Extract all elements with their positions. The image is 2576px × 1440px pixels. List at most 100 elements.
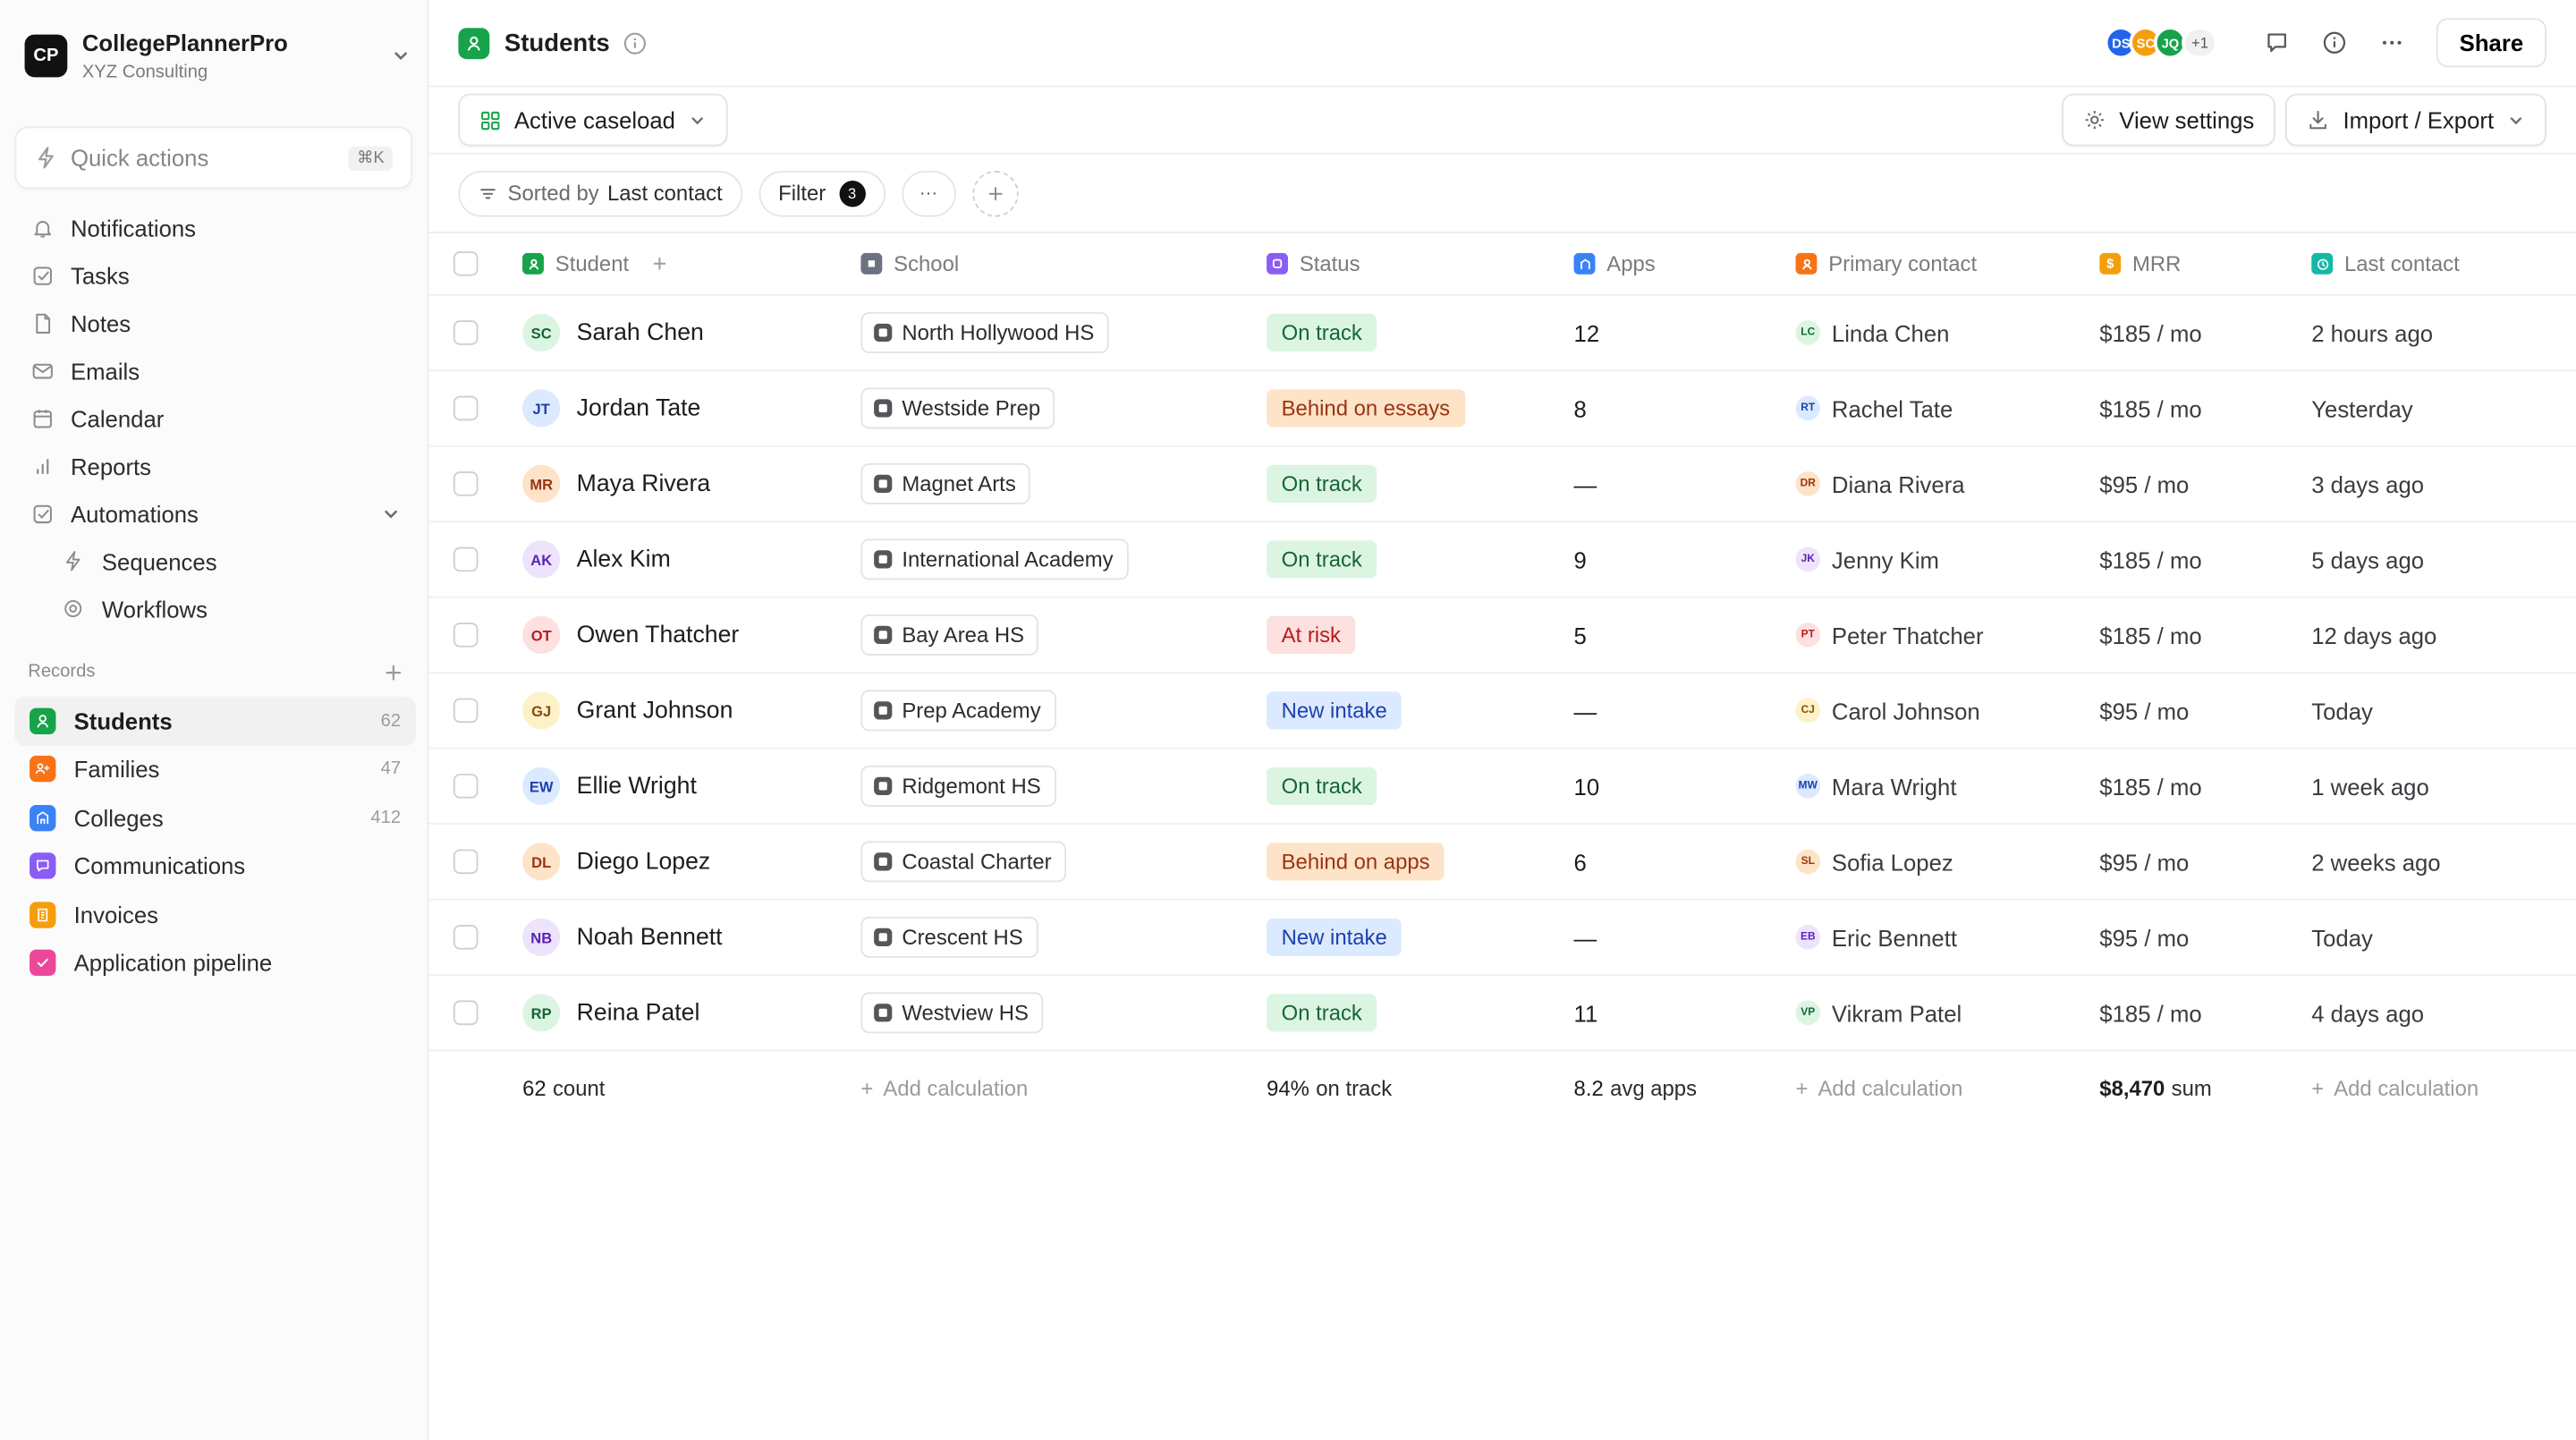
nav-item-sequences[interactable]: Sequences xyxy=(15,538,416,585)
row-checkbox[interactable] xyxy=(453,395,479,421)
row-checkbox[interactable] xyxy=(453,925,479,950)
add-filter-button[interactable] xyxy=(971,170,1019,216)
workspace-switcher[interactable]: CP CollegePlannerPro XYZ Consulting xyxy=(24,26,412,85)
student-name[interactable]: Grant Johnson xyxy=(577,698,733,724)
table-row[interactable]: RP Reina Patel Westview HS On track 11 V… xyxy=(428,976,2576,1052)
sidebar-item-invoices[interactable]: Invoices xyxy=(15,890,416,938)
column-header-student[interactable]: Student xyxy=(522,233,666,294)
nav-item-emails[interactable]: Emails xyxy=(15,347,416,394)
table-row[interactable]: SC Sarah Chen North Hollywood HS On trac… xyxy=(428,296,2576,372)
nav-item-automations[interactable]: Automations xyxy=(15,489,416,537)
student-name[interactable]: Sarah Chen xyxy=(577,319,704,345)
school-chip[interactable]: Westview HS xyxy=(860,992,1044,1034)
nav-item-tasks[interactable]: Tasks xyxy=(15,251,416,299)
sidebar-item-families[interactable]: Families 47 xyxy=(15,745,416,793)
collaborator-avatars[interactable]: DS SC JQ +1 xyxy=(2104,26,2218,60)
row-checkbox[interactable] xyxy=(453,471,479,496)
school-chip[interactable]: Coastal Charter xyxy=(860,841,1067,883)
table-row[interactable]: AK Alex Kim International Academy On tra… xyxy=(428,522,2576,598)
nav-item-workflows[interactable]: Workflows xyxy=(15,585,416,632)
add-calculation-contact[interactable]: + Add calculation xyxy=(1796,1051,1963,1123)
import-export-button[interactable]: Import / Export xyxy=(2285,93,2546,147)
school-chip[interactable]: Magnet Arts xyxy=(860,462,1031,504)
primary-contact-name[interactable]: Diana Rivera xyxy=(1832,470,1965,496)
footer-count[interactable]: 62 count xyxy=(522,1051,605,1123)
add-calculation-school[interactable]: + Add calculation xyxy=(860,1051,1028,1123)
plus-icon[interactable] xyxy=(385,663,402,681)
chevron-down-icon[interactable] xyxy=(381,504,401,523)
status-badge[interactable]: On track xyxy=(1267,540,1377,579)
column-header-apps[interactable]: Apps xyxy=(1573,233,1656,294)
status-badge[interactable]: Behind on essays xyxy=(1267,389,1465,428)
table-row[interactable]: GJ Grant Johnson Prep Academy New intake… xyxy=(428,673,2576,750)
status-badge[interactable]: On track xyxy=(1267,464,1377,504)
comment-icon[interactable] xyxy=(2256,21,2299,64)
school-chip[interactable]: Ridgemont HS xyxy=(860,765,1056,807)
column-header-primary-contact[interactable]: Primary contact xyxy=(1795,233,1977,294)
primary-contact-name[interactable]: Peter Thatcher xyxy=(1832,622,1984,648)
row-checkbox[interactable] xyxy=(453,774,479,799)
nav-item-calendar[interactable]: Calendar xyxy=(15,394,416,442)
table-row[interactable]: EW Ellie Wright Ridgemont HS On track 10… xyxy=(428,750,2576,826)
more-horizontal-icon[interactable] xyxy=(2371,21,2414,64)
table-row[interactable]: DL Diego Lopez Coastal Charter Behind on… xyxy=(428,825,2576,901)
primary-contact-name[interactable]: Mara Wright xyxy=(1832,773,1957,799)
info-icon[interactable] xyxy=(2313,21,2356,64)
sort-pill[interactable]: Sorted by Last contact xyxy=(458,170,742,216)
add-calculation-last-contact[interactable]: + Add calculation xyxy=(2311,1051,2479,1123)
student-name[interactable]: Reina Patel xyxy=(577,1000,700,1026)
primary-contact-name[interactable]: Linda Chen xyxy=(1832,319,1950,345)
view-settings-button[interactable]: View settings xyxy=(2061,93,2276,147)
sidebar-item-colleges[interactable]: Colleges 412 xyxy=(15,793,416,842)
select-all-checkbox[interactable] xyxy=(453,251,479,276)
column-header-school[interactable]: School xyxy=(860,233,959,294)
sidebar-item-application-pipeline[interactable]: Application pipeline xyxy=(15,939,416,987)
school-chip[interactable]: International Academy xyxy=(860,538,1129,580)
row-checkbox[interactable] xyxy=(453,320,479,345)
quick-actions-button[interactable]: Quick actions ⌘K xyxy=(14,126,413,190)
filter-pill[interactable]: Filter 3 xyxy=(758,170,886,216)
school-chip[interactable]: North Hollywood HS xyxy=(860,311,1109,353)
row-checkbox[interactable] xyxy=(453,849,479,875)
student-name[interactable]: Owen Thatcher xyxy=(577,622,740,648)
student-name[interactable]: Ellie Wright xyxy=(577,773,697,799)
primary-contact-name[interactable]: Rachel Tate xyxy=(1832,395,1953,421)
sidebar-item-students[interactable]: Students 62 xyxy=(14,696,416,745)
view-selector-button[interactable]: Active caseload xyxy=(458,93,728,147)
footer-status-summary[interactable]: 94% on track xyxy=(1267,1051,1392,1123)
student-name[interactable]: Diego Lopez xyxy=(577,849,711,875)
school-chip[interactable]: Westside Prep xyxy=(860,387,1055,429)
student-name[interactable]: Jordan Tate xyxy=(577,395,701,421)
primary-contact-name[interactable]: Sofia Lopez xyxy=(1832,849,1953,875)
school-chip[interactable]: Prep Academy xyxy=(860,690,1056,732)
primary-contact-name[interactable]: Eric Bennett xyxy=(1832,924,1957,950)
table-row[interactable]: MR Maya Rivera Magnet Arts On track — DR… xyxy=(428,447,2576,523)
more-options-pill[interactable]: ··· xyxy=(901,170,956,216)
status-badge[interactable]: On track xyxy=(1267,313,1377,352)
status-badge[interactable]: New intake xyxy=(1267,918,1402,956)
row-checkbox[interactable] xyxy=(453,1000,479,1026)
student-name[interactable]: Alex Kim xyxy=(577,546,671,572)
column-header-status[interactable]: Status xyxy=(1267,233,1360,294)
plus-icon[interactable] xyxy=(652,257,667,272)
school-chip[interactable]: Bay Area HS xyxy=(860,614,1039,656)
student-name[interactable]: Noah Bennett xyxy=(577,924,723,950)
student-name[interactable]: Maya Rivera xyxy=(577,470,710,496)
footer-apps-summary[interactable]: 8.2 avg apps xyxy=(1574,1051,1697,1123)
primary-contact-name[interactable]: Jenny Kim xyxy=(1832,546,1939,572)
table-row[interactable]: NB Noah Bennett Crescent HS New intake —… xyxy=(428,901,2576,976)
nav-item-notes[interactable]: Notes xyxy=(15,299,416,346)
status-badge[interactable]: At risk xyxy=(1267,615,1356,655)
status-badge[interactable]: Behind on apps xyxy=(1267,843,1445,881)
nav-item-reports[interactable]: Reports xyxy=(15,442,416,489)
row-checkbox[interactable] xyxy=(453,546,479,572)
row-checkbox[interactable] xyxy=(453,623,479,648)
status-badge[interactable]: New intake xyxy=(1267,691,1402,730)
row-checkbox[interactable] xyxy=(453,698,479,724)
sidebar-item-communications[interactable]: Communications xyxy=(15,842,416,890)
primary-contact-name[interactable]: Vikram Patel xyxy=(1832,1000,1962,1026)
status-badge[interactable]: On track xyxy=(1267,994,1377,1032)
column-header-last-contact[interactable]: Last contact xyxy=(2311,233,2460,294)
table-row[interactable]: OT Owen Thatcher Bay Area HS At risk 5 P… xyxy=(428,598,2576,674)
column-header-mrr[interactable]: $ MRR xyxy=(2099,233,2181,294)
